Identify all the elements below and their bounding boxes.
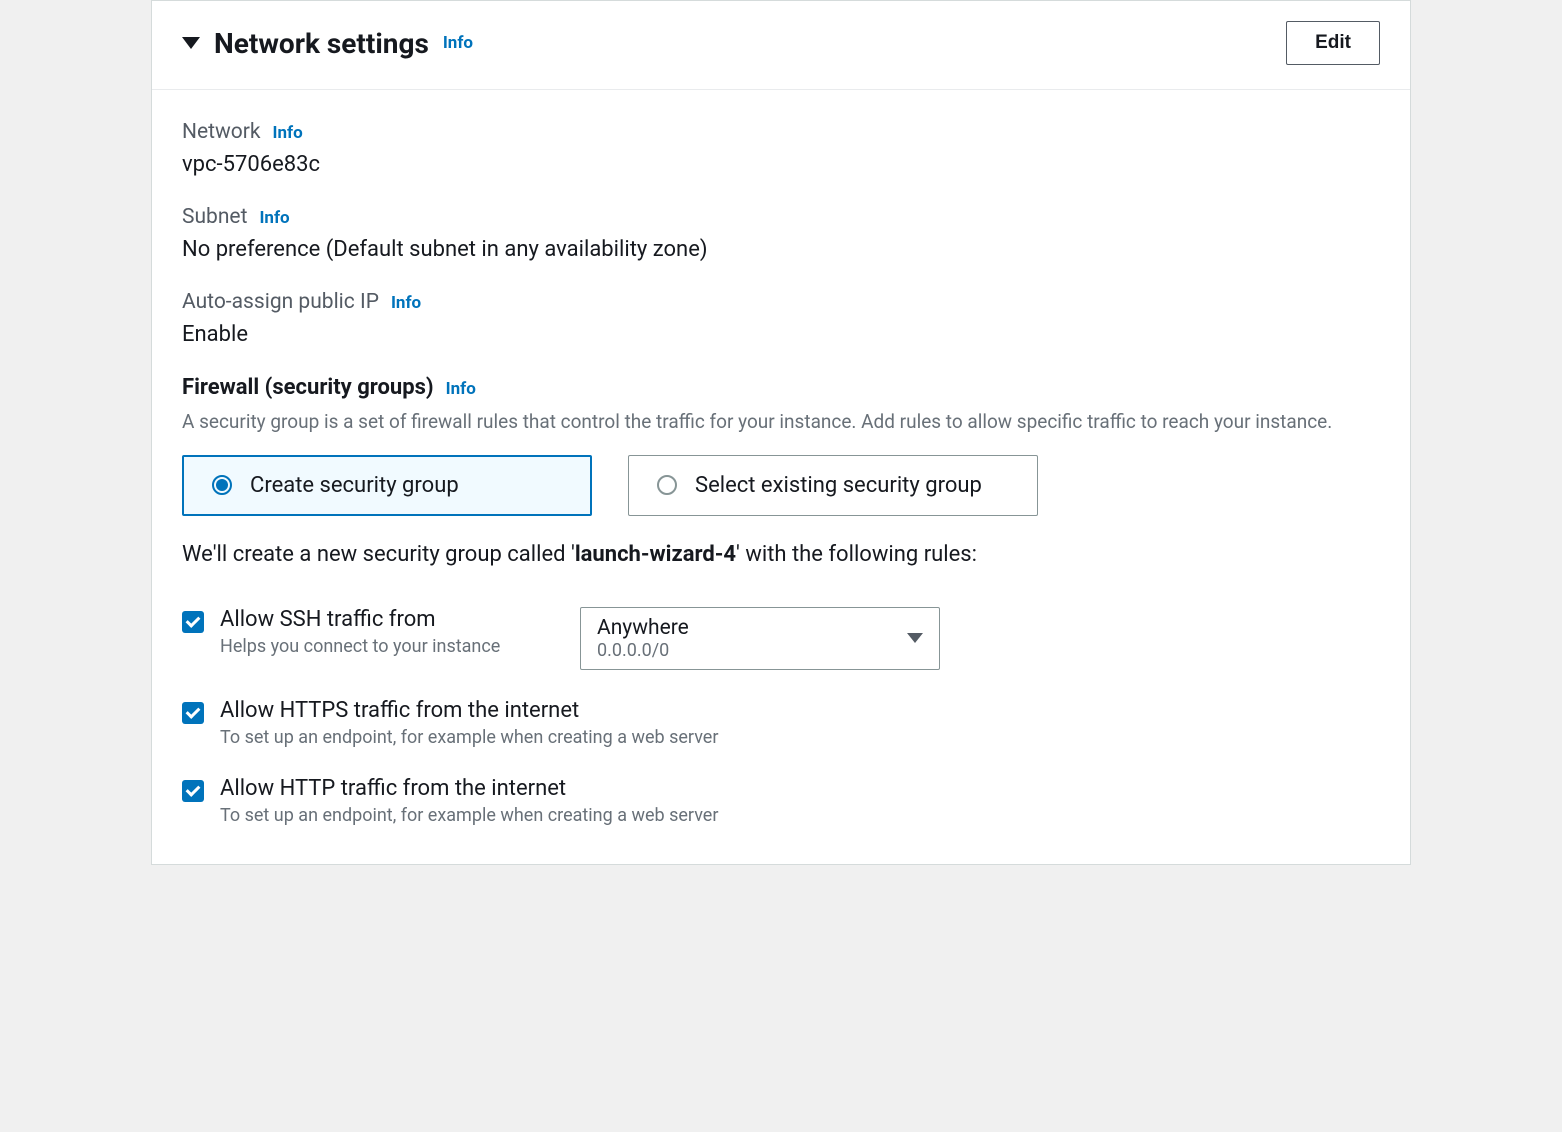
create-sg-label: Create security group [250, 473, 459, 498]
firewall-field: Firewall (security groups) Info A securi… [182, 375, 1380, 826]
panel-body: Network Info vpc-5706e83c Subnet Info No… [152, 90, 1410, 864]
edit-button[interactable]: Edit [1286, 21, 1380, 65]
autoip-info-link[interactable]: Info [391, 293, 421, 313]
firewall-info-link[interactable]: Info [446, 379, 476, 399]
header-info-link[interactable]: Info [443, 33, 473, 53]
autoip-label: Auto-assign public IP [182, 290, 379, 314]
http-checkbox[interactable] [182, 780, 204, 802]
security-group-message: We'll create a new security group called… [182, 542, 1380, 567]
radio-icon [657, 475, 677, 495]
https-checkbox[interactable] [182, 702, 204, 724]
network-value: vpc-5706e83c [182, 152, 1380, 177]
section-title: Network settings [214, 27, 429, 60]
https-rule-help: To set up an endpoint, for example when … [220, 727, 1380, 748]
ssh-rule-help: Helps you connect to your instance [220, 636, 560, 657]
http-rule-title: Allow HTTP traffic from the internet [220, 776, 1380, 801]
ssh-source-label: Anywhere [597, 616, 689, 640]
https-rule-title: Allow HTTPS traffic from the internet [220, 698, 1380, 723]
subnet-info-link[interactable]: Info [259, 208, 289, 228]
firewall-description: A security group is a set of firewall ru… [182, 408, 1380, 437]
https-rule-row: Allow HTTPS traffic from the internet To… [182, 698, 1380, 748]
subnet-field: Subnet Info No preference (Default subne… [182, 205, 1380, 262]
http-rule-row: Allow HTTP traffic from the internet To … [182, 776, 1380, 826]
network-info-link[interactable]: Info [273, 123, 303, 143]
sg-name: launch-wizard-4 [575, 542, 736, 567]
subnet-value: No preference (Default subnet in any ava… [182, 237, 1380, 262]
header-left: Network settings Info [182, 27, 473, 60]
network-field: Network Info vpc-5706e83c [182, 120, 1380, 177]
chevron-down-icon [907, 633, 923, 643]
radio-icon [212, 475, 232, 495]
select-sg-label: Select existing security group [695, 473, 982, 498]
create-security-group-radio[interactable]: Create security group [182, 455, 592, 516]
select-existing-security-group-radio[interactable]: Select existing security group [628, 455, 1038, 516]
ssh-source-cidr: 0.0.0.0/0 [597, 640, 689, 661]
subnet-label: Subnet [182, 205, 247, 229]
ssh-source-dropdown[interactable]: Anywhere 0.0.0.0/0 [580, 607, 940, 670]
firewall-heading: Firewall (security groups) [182, 375, 434, 400]
network-label: Network [182, 120, 261, 144]
collapse-caret-icon[interactable] [182, 37, 200, 49]
ssh-rule-row: Allow SSH traffic from Helps you connect… [182, 607, 1380, 670]
autoip-value: Enable [182, 322, 1380, 347]
network-settings-panel: Network settings Info Edit Network Info … [151, 0, 1411, 865]
security-group-radio-group: Create security group Select existing se… [182, 455, 1380, 516]
http-rule-help: To set up an endpoint, for example when … [220, 805, 1380, 826]
panel-header: Network settings Info Edit [152, 1, 1410, 90]
ssh-rule-title: Allow SSH traffic from [220, 607, 560, 632]
autoip-field: Auto-assign public IP Info Enable [182, 290, 1380, 347]
ssh-checkbox[interactable] [182, 611, 204, 633]
